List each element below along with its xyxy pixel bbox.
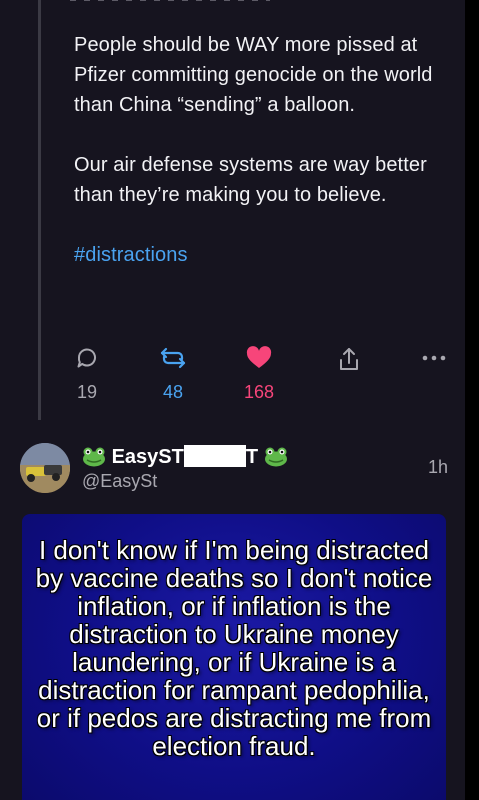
like-heart-icon: [246, 346, 272, 368]
retweet-button[interactable]: 48: [148, 346, 198, 403]
tweet-body: People should be WAY more pissed at Pfiz…: [74, 30, 459, 300]
like-button[interactable]: 168: [234, 346, 284, 403]
more-options-button[interactable]: [409, 346, 459, 370]
retweet-count: 48: [162, 382, 184, 402]
reply-count: 19: [76, 382, 98, 402]
tweet-paragraph-2: Our air defense systems are way better t…: [74, 154, 427, 206]
frog-emoji-icon: [264, 447, 288, 473]
screen: People should be WAY more pissed at Pfiz…: [0, 0, 479, 800]
reply-header: EasyST T @EasySt 1h: [20, 443, 460, 503]
like-count: 168: [243, 382, 275, 402]
display-name[interactable]: EasyST T: [82, 445, 288, 471]
tweet-paragraph-1: People should be WAY more pissed at Pfiz…: [74, 34, 433, 116]
share-icon: [340, 348, 358, 370]
user-handle[interactable]: @EasySt: [82, 471, 157, 492]
hashtag-link[interactable]: #distractions: [74, 240, 459, 270]
retweet-icon: [160, 347, 186, 369]
timestamp: 1h: [427, 457, 448, 477]
redaction-box: [183, 445, 246, 467]
reply-button[interactable]: 19: [62, 346, 112, 403]
display-name-prefix: EasyST: [111, 446, 184, 468]
tweet-actions: 19 48 168: [62, 346, 462, 416]
avatar[interactable]: [20, 443, 70, 493]
cropped-header: [70, 0, 290, 4]
thread-line: [38, 0, 41, 420]
avatar-image: [20, 443, 70, 493]
display-name-suffix: T: [245, 446, 259, 468]
more-icon: [422, 355, 446, 361]
meme-image[interactable]: I don't know if I'm being distracted by …: [22, 514, 446, 800]
share-button[interactable]: [324, 346, 374, 372]
reply-icon: [77, 348, 96, 368]
meme-caption: I don't know if I'm being distracted by …: [35, 535, 433, 761]
frog-emoji-icon: [82, 447, 106, 473]
